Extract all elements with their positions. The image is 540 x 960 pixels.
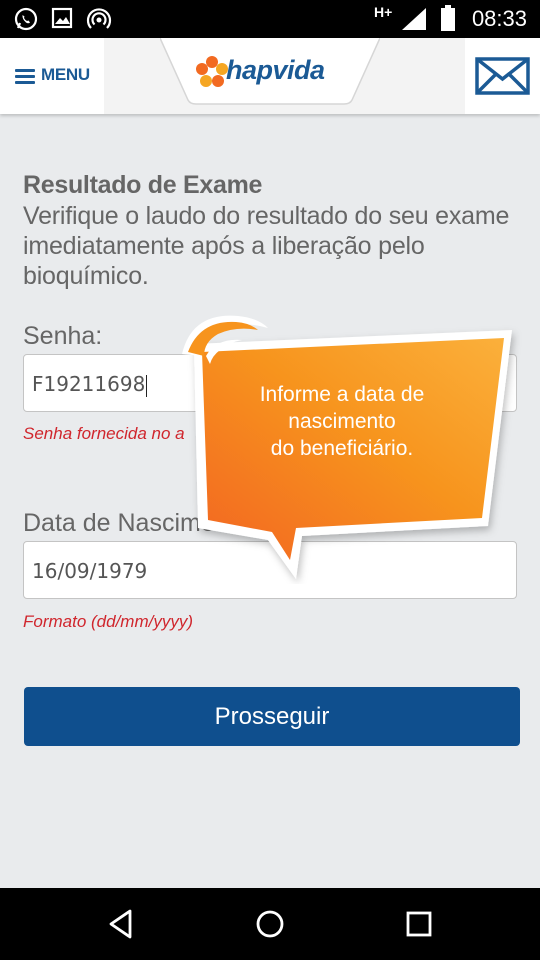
hotspot-icon bbox=[86, 8, 112, 29]
data-nascimento-hint: Formato (dd/mm/yyyy) bbox=[23, 612, 194, 631]
menu-label: MENU bbox=[41, 65, 90, 84]
text-caret bbox=[146, 374, 148, 397]
status-bar: H+ 08:33 bbox=[0, 0, 540, 38]
navigation-bar bbox=[0, 888, 540, 960]
signal-icon bbox=[402, 8, 426, 30]
tooltip-line-2: nascimento bbox=[288, 410, 396, 433]
data-nascimento-value: 16/09/1979 bbox=[32, 559, 148, 583]
page-title: Resultado de Exame bbox=[23, 171, 263, 199]
tooltip-line-3: do beneficiário. bbox=[270, 437, 414, 460]
logo-text: hapvida bbox=[226, 55, 325, 85]
app-header: MENU hapvida bbox=[0, 38, 540, 114]
menu-button[interactable]: MENU bbox=[0, 38, 104, 114]
senha-hint: Senha fornecida no a bbox=[23, 424, 185, 443]
senha-label: Senha: bbox=[23, 322, 103, 350]
menu-icon bbox=[15, 69, 35, 84]
battery-icon bbox=[441, 5, 455, 31]
mail-icon bbox=[475, 57, 530, 95]
mail-button[interactable] bbox=[465, 38, 540, 114]
home-icon[interactable] bbox=[254, 908, 286, 940]
tooltip-line-1: Informe a data de bbox=[259, 383, 425, 406]
status-time: 08:33 bbox=[471, 6, 527, 31]
back-icon[interactable] bbox=[106, 908, 136, 940]
logo-flower-icon bbox=[196, 56, 228, 87]
tooltip-text: Informe a data de nascimento do benefici… bbox=[232, 381, 452, 462]
prosseguir-button[interactable]: Prosseguir bbox=[24, 687, 520, 746]
network-type: H+ bbox=[374, 4, 393, 20]
whatsapp-icon bbox=[14, 7, 38, 31]
recents-icon[interactable] bbox=[404, 908, 434, 940]
senha-value: F19211698 bbox=[32, 372, 146, 396]
page-description: Verifique o laudo do resultado do seu ex… bbox=[23, 202, 510, 290]
image-icon bbox=[51, 7, 73, 29]
